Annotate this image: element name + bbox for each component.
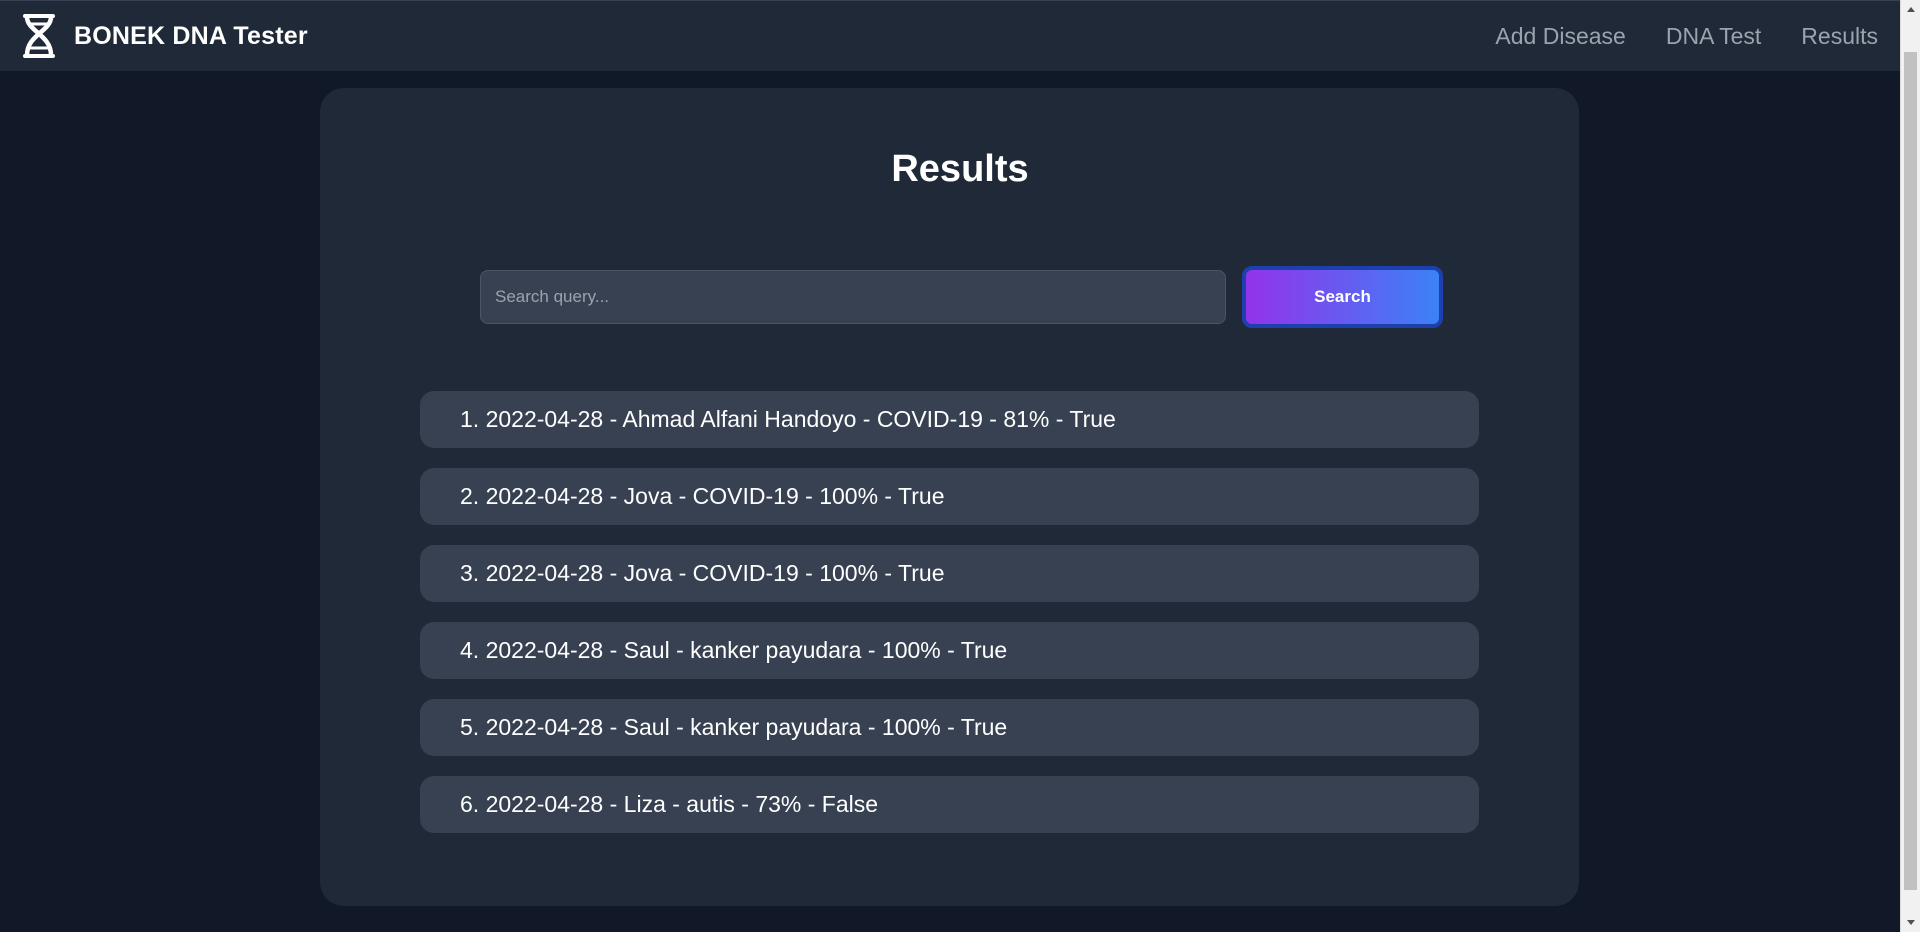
brand-title: BONEK DNA Tester <box>74 21 308 50</box>
nav-links: Add Disease DNA Test Results <box>1495 23 1878 50</box>
nav-link-results[interactable]: Results <box>1801 23 1878 50</box>
navbar: BONEK DNA Tester Add Disease DNA Test Re… <box>0 0 1900 71</box>
list-item[interactable]: 4. 2022-04-28 - Saul - kanker payudara -… <box>420 622 1479 679</box>
list-item[interactable]: 1. 2022-04-28 - Ahmad Alfani Handoyo - C… <box>420 391 1479 448</box>
search-bar: Search <box>480 266 1443 328</box>
page-title: Results <box>891 148 1029 190</box>
dna-icon <box>18 13 60 59</box>
list-item[interactable]: 3. 2022-04-28 - Jova - COVID-19 - 100% -… <box>420 545 1479 602</box>
brand[interactable]: BONEK DNA Tester <box>18 13 308 59</box>
nav-link-dna-test[interactable]: DNA Test <box>1666 23 1761 50</box>
vertical-scrollbar[interactable] <box>1900 0 1920 932</box>
list-item[interactable]: 2. 2022-04-28 - Jova - COVID-19 - 100% -… <box>420 468 1479 525</box>
scrollbar-thumb[interactable] <box>1904 52 1917 890</box>
list-item[interactable]: 5. 2022-04-28 - Saul - kanker payudara -… <box>420 699 1479 756</box>
list-item[interactable]: 6. 2022-04-28 - Liza - autis - 73% - Fal… <box>420 776 1479 833</box>
search-button[interactable]: Search <box>1242 266 1443 328</box>
nav-link-add-disease[interactable]: Add Disease <box>1495 23 1625 50</box>
search-input[interactable] <box>480 270 1226 324</box>
results-list: 1. 2022-04-28 - Ahmad Alfani Handoyo - C… <box>420 391 1479 853</box>
scroll-down-arrow-icon[interactable] <box>1901 914 1920 932</box>
scroll-up-arrow-icon[interactable] <box>1901 0 1920 18</box>
